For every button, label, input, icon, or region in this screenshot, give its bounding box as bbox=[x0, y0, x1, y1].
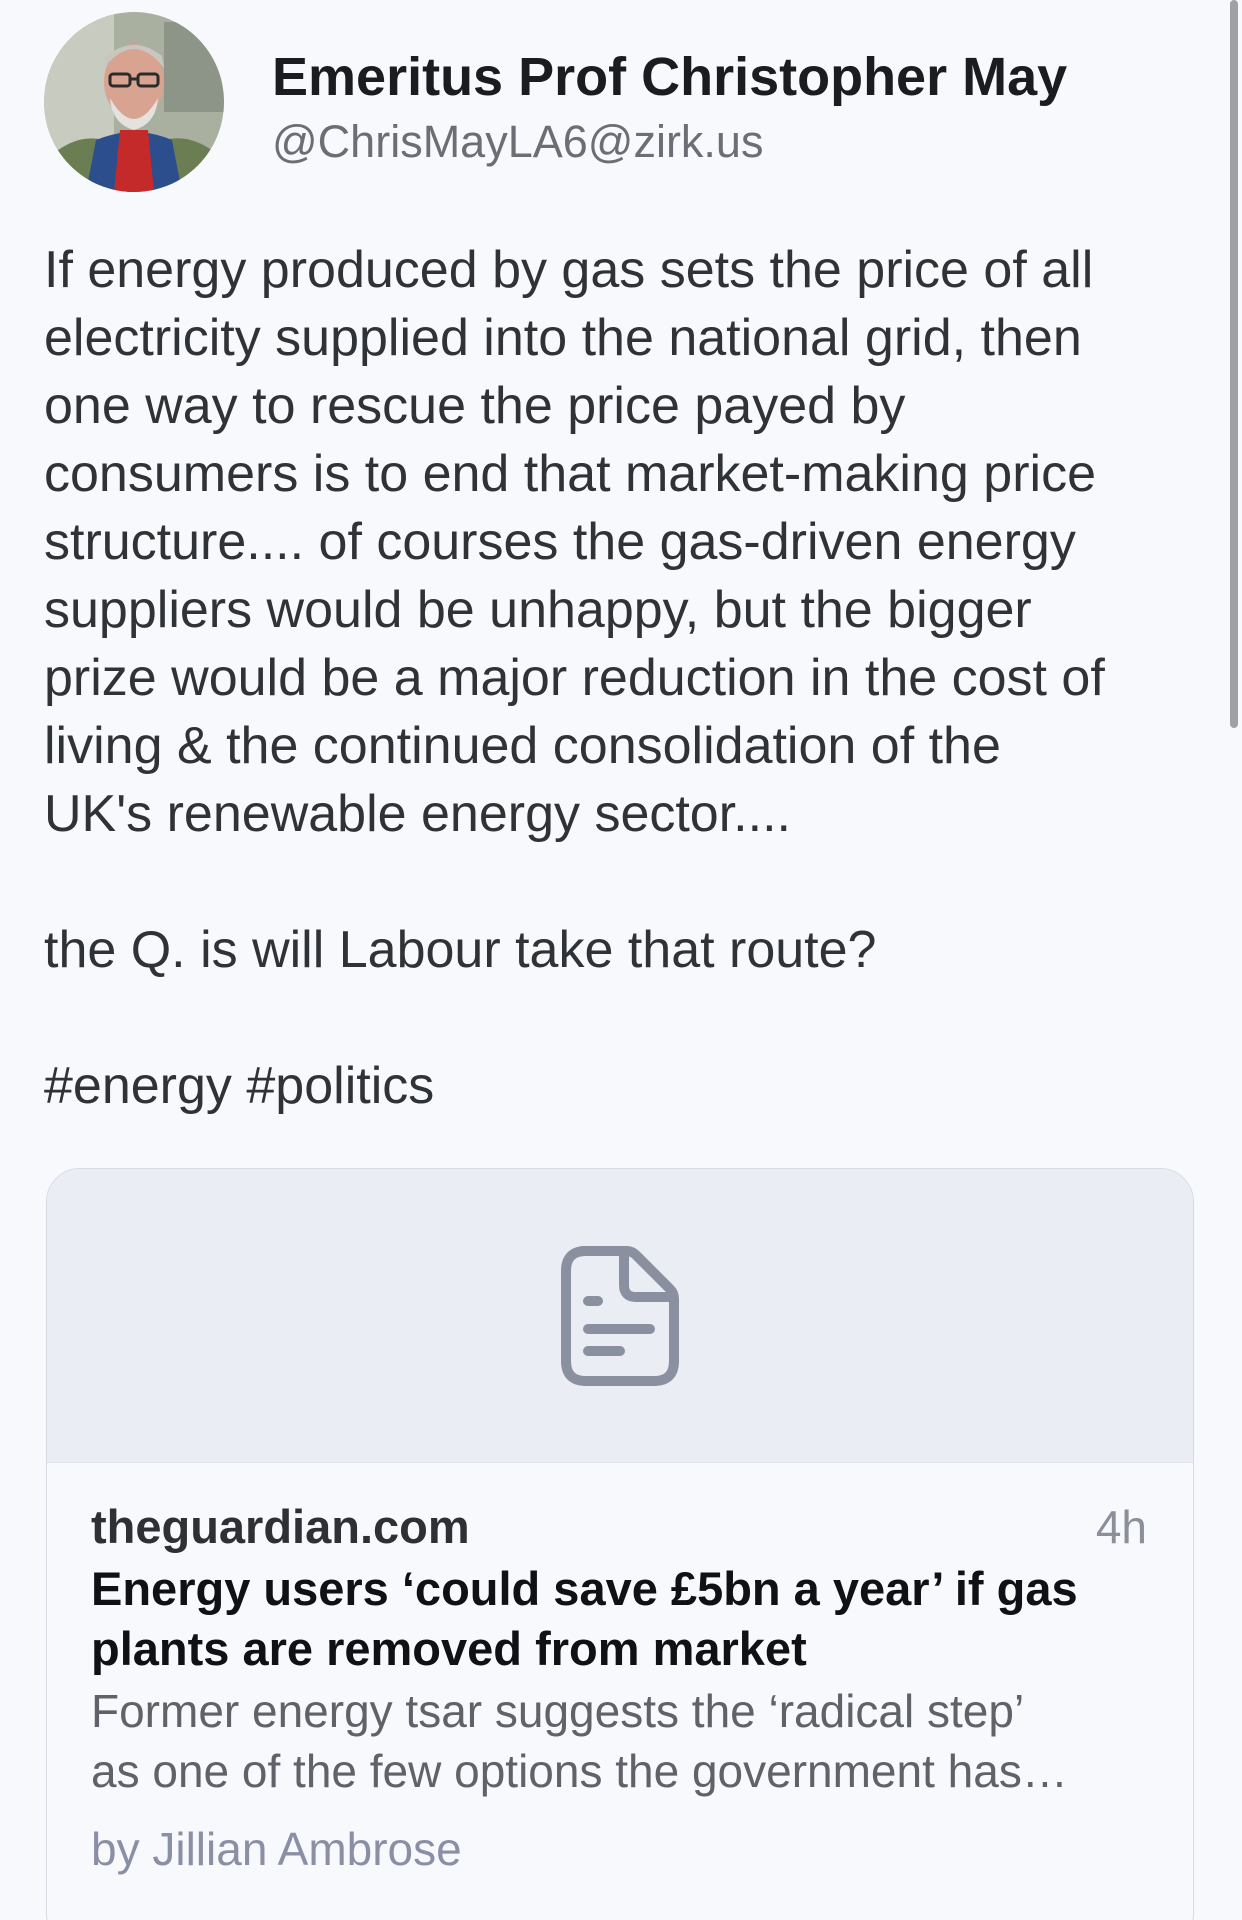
link-preview-image bbox=[47, 1169, 1193, 1463]
profile-photo-icon bbox=[44, 12, 224, 192]
post-line: electricity supplied into the national g… bbox=[44, 309, 1082, 367]
link-timestamp: 4h bbox=[1095, 1501, 1147, 1553]
post-line: suppliers would be unhappy, but the bigg… bbox=[44, 581, 1032, 639]
post-line: prize would be a major reduction in the … bbox=[44, 649, 1105, 707]
hashtag-energy[interactable]: #energy bbox=[44, 1057, 232, 1115]
post-author: Emeritus Prof Christopher May @ChrisMayL… bbox=[44, 12, 1067, 192]
post-line: structure.... of courses the gas-driven … bbox=[44, 513, 1076, 571]
link-preview-meta: theguardian.com 4h bbox=[91, 1497, 1147, 1557]
post-content: If energy produced by gas sets the price… bbox=[44, 236, 1204, 1120]
link-title: Energy users ‘could save £5bn a year’ if… bbox=[91, 1559, 1147, 1679]
link-preview-card[interactable]: theguardian.com 4h Energy users ‘could s… bbox=[46, 1168, 1194, 1920]
link-description: Former energy tsar suggests the ‘radical… bbox=[91, 1681, 1147, 1801]
post-line: consumers is to end that market-making p… bbox=[44, 445, 1096, 503]
post-line: UK's renewable energy sector.... bbox=[44, 785, 791, 843]
post-question: the Q. is will Labour take that route? bbox=[44, 921, 877, 979]
author-handle: @ChrisMayLA6@zirk.us bbox=[272, 116, 764, 167]
author-text: Emeritus Prof Christopher May @ChrisMayL… bbox=[272, 32, 1067, 172]
post-hashtags: #energy #politics bbox=[44, 1052, 1204, 1120]
link-domain: theguardian.com bbox=[91, 1500, 470, 1553]
scrollbar[interactable] bbox=[1230, 0, 1238, 728]
link-title-line: Energy users ‘could save £5bn a year’ if… bbox=[91, 1562, 1078, 1615]
post-line: If energy produced by gas sets the price… bbox=[44, 241, 1094, 299]
avatar[interactable] bbox=[44, 12, 224, 192]
hashtag-politics[interactable]: #politics bbox=[246, 1057, 434, 1115]
link-preview-body: theguardian.com 4h Energy users ‘could s… bbox=[47, 1463, 1193, 1879]
post-paragraph: If energy produced by gas sets the price… bbox=[44, 236, 1204, 848]
link-title-line: plants are removed from market bbox=[91, 1622, 807, 1675]
post-line: living & the continued consolidation of … bbox=[44, 717, 1001, 775]
post-line: one way to rescue the price payed by bbox=[44, 377, 906, 435]
post-view: Emeritus Prof Christopher May @ChrisMayL… bbox=[0, 0, 1242, 1920]
document-icon bbox=[561, 1245, 679, 1386]
link-description-line: Former energy tsar suggests the ‘radical… bbox=[91, 1685, 1025, 1737]
link-byline: by Jillian Ambrose bbox=[91, 1823, 462, 1875]
author-display-name[interactable]: Emeritus Prof Christopher May bbox=[272, 42, 1067, 112]
link-description-line: as one of the few options the government… bbox=[91, 1745, 1068, 1797]
